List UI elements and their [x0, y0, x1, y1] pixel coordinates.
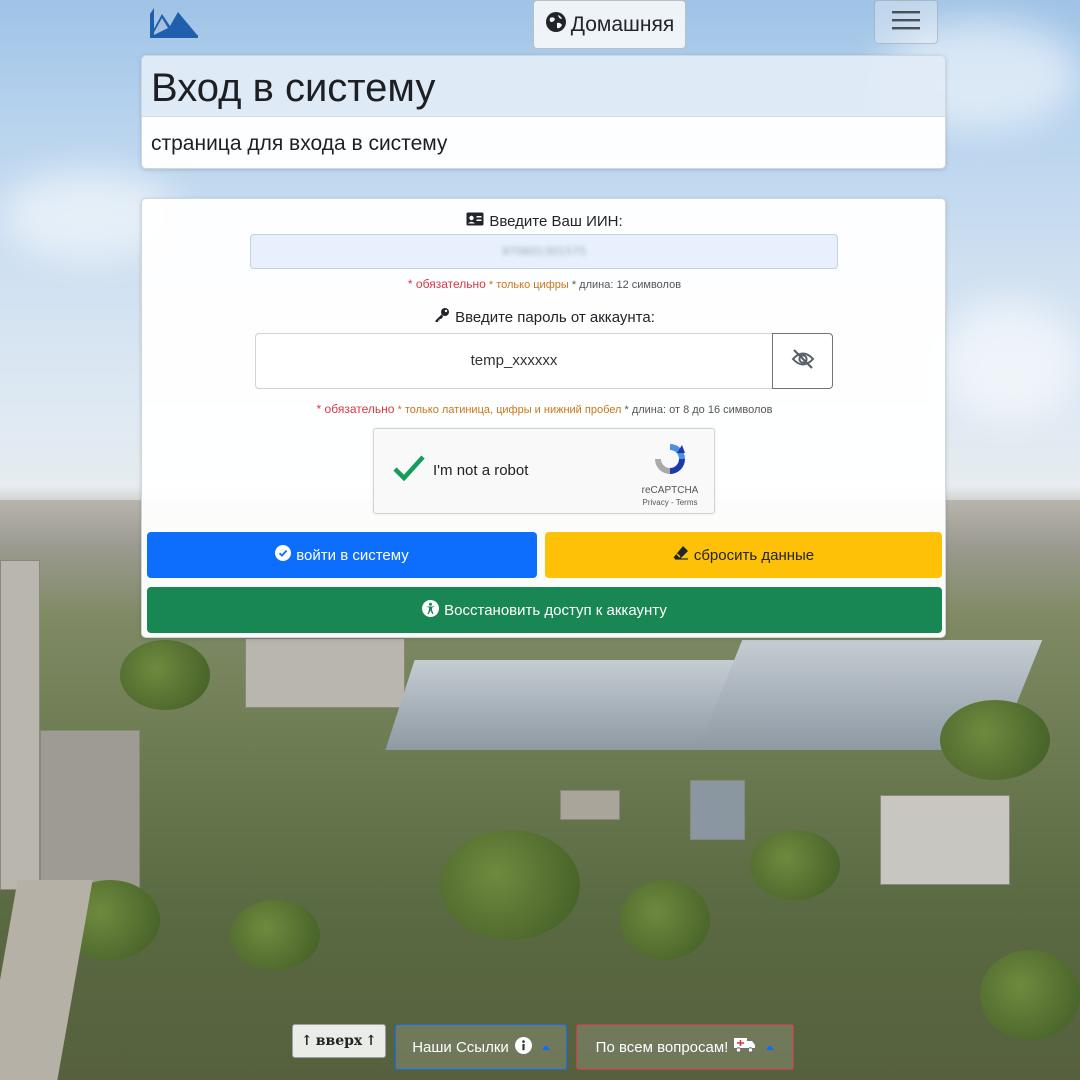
questions-dropdown[interactable]: По всем вопросам!	[576, 1024, 794, 1070]
recaptcha-label: I'm not a robot	[433, 462, 529, 479]
restore-access-label: Восстановить доступ к аккаунту	[444, 601, 667, 619]
scroll-to-top-label: вверх	[315, 1033, 363, 1049]
recaptcha-checkbox[interactable]	[392, 453, 426, 487]
reset-button[interactable]: сбросить данные	[545, 532, 942, 578]
iin-label-text: Введите Ваш ИИН:	[489, 212, 623, 230]
login-button[interactable]: войти в систему	[147, 532, 537, 578]
login-button-label: войти в систему	[296, 546, 409, 564]
our-links-dropdown[interactable]: Наши Ссылки	[395, 1024, 567, 1070]
scroll-to-top-button[interactable]: ↑ вверх ↑	[292, 1024, 386, 1058]
reset-button-label: сбросить данные	[693, 546, 815, 564]
recaptcha-brand: reCAPTCHA	[641, 485, 699, 496]
recaptcha-branding: reCAPTCHA Privacy - Terms	[636, 441, 704, 507]
menu-toggle-button[interactable]	[874, 0, 938, 44]
password-hint-required: * обязательно	[316, 402, 395, 416]
password-hint-chars: * только латиница, цифры и нижний пробел	[397, 404, 622, 416]
iin-label: Введите Ваш ИИН:	[142, 212, 947, 230]
page-subtitle: страница для входа в систему	[142, 116, 945, 168]
restore-access-button[interactable]: Восстановить доступ к аккаунту	[147, 587, 942, 633]
caret-up-icon	[766, 1044, 775, 1050]
password-label: Введите пароль от аккаунта:	[142, 307, 947, 327]
id-card-icon	[466, 212, 484, 230]
home-label: Домашняя	[570, 12, 675, 36]
toggle-password-visibility-button[interactable]	[772, 333, 833, 389]
globe-icon	[545, 11, 567, 39]
iin-hint-required: * обязательно	[407, 277, 486, 291]
iin-value: 970601301575	[502, 245, 586, 258]
iin-hint-length: * длина: 12 символов	[571, 279, 682, 291]
eye-slash-icon	[791, 349, 815, 373]
password-input[interactable]: temp_xxxxxx	[255, 333, 772, 389]
hamburger-icon	[891, 8, 921, 36]
eraser-icon	[673, 545, 689, 565]
iin-hint-digits: * только цифры	[488, 279, 569, 291]
arrow-up-icon: ↑	[365, 1033, 377, 1049]
caret-up-icon	[541, 1044, 550, 1050]
recaptcha-logo-icon	[652, 444, 688, 481]
iin-hint: * обязательно * только цифры * длина: 12…	[142, 277, 947, 291]
truck-icon	[734, 1037, 756, 1057]
questions-label: По всем вопросам!	[595, 1038, 729, 1056]
page-title: Вход в систему	[142, 56, 945, 116]
iin-input[interactable]: 970601301575	[250, 234, 838, 269]
password-field-group: temp_xxxxxx	[255, 333, 833, 389]
universal-access-icon	[422, 599, 440, 621]
recaptcha-widget: I'm not a robot reCAPTCHA Privacy - Term…	[373, 428, 715, 514]
login-form: Введите Ваш ИИН: 970601301575 * обязател…	[141, 198, 946, 638]
site-logo[interactable]	[148, 6, 200, 38]
password-hint-length: * длина: от 8 до 16 символов	[624, 404, 773, 416]
check-circle-icon	[275, 545, 292, 565]
password-label-text: Введите пароль от аккаунта:	[455, 308, 655, 326]
recaptcha-links[interactable]: Privacy - Terms	[636, 498, 704, 507]
our-links-label: Наши Ссылки	[412, 1038, 509, 1056]
page-header-card: Вход в систему страница для входа в сист…	[141, 55, 946, 169]
key-icon	[434, 307, 450, 327]
home-button[interactable]: Домашняя	[533, 0, 686, 49]
arrow-up-icon: ↑	[301, 1033, 313, 1049]
info-icon	[514, 1036, 532, 1058]
password-hint: * обязательно * только латиница, цифры и…	[142, 402, 947, 416]
